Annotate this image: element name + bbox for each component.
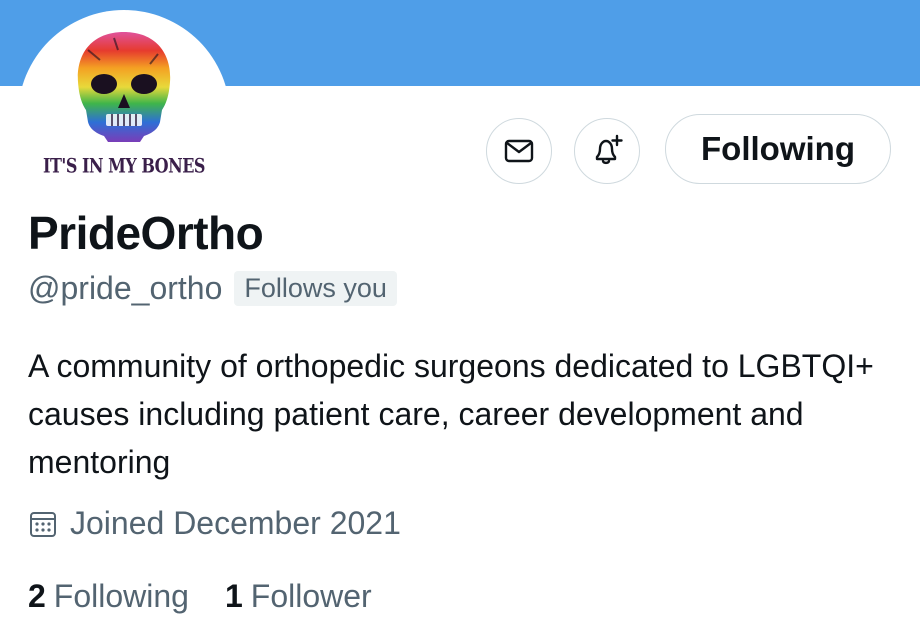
joined-date-row: Joined December 2021 xyxy=(28,505,401,542)
joined-date: Joined December 2021 xyxy=(70,505,401,541)
following-count: 2 xyxy=(28,578,46,614)
profile-bio: A community of orthopedic surgeons dedic… xyxy=(28,348,874,480)
follows-you-badge: Follows you xyxy=(234,271,397,306)
following-button[interactable]: Following xyxy=(665,114,891,184)
following-stat-link[interactable]: 2 Following xyxy=(28,578,189,615)
followers-stat-link[interactable]: 1 Follower xyxy=(225,578,372,615)
bell-plus-icon xyxy=(595,134,623,165)
follow-stats: 2 Following 1 Follower xyxy=(28,578,408,615)
display-name: PrideOrtho xyxy=(28,207,264,259)
profile-page: IT'S IN MY BONES Following PrideOrtho @p… xyxy=(0,0,920,625)
followers-label: Follower xyxy=(250,578,372,614)
notifications-button[interactable] xyxy=(574,118,640,184)
message-button[interactable] xyxy=(486,118,552,184)
rainbow-skull-logo xyxy=(77,32,171,142)
profile-avatar[interactable]: IT'S IN MY BONES xyxy=(18,10,230,222)
avatar-logo-text: IT'S IN MY BONES xyxy=(43,153,205,178)
handle-row: @pride_ortho Follows you xyxy=(28,270,397,307)
envelope-icon xyxy=(504,139,534,163)
followers-count: 1 xyxy=(224,578,243,614)
calendar-icon xyxy=(28,509,58,539)
user-handle: @pride_ortho xyxy=(28,270,223,306)
following-label: Following xyxy=(53,578,189,614)
